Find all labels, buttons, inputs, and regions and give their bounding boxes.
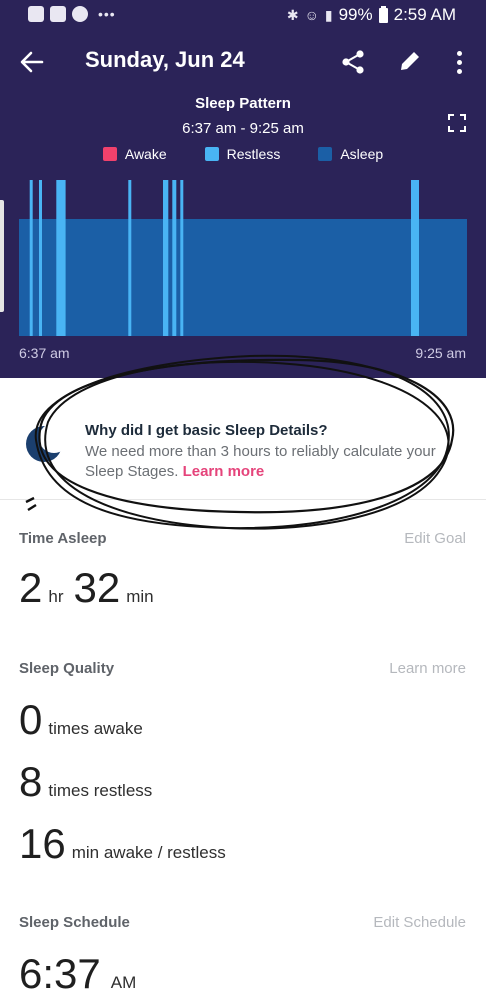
moon-icon [26, 423, 68, 462]
more-options-button[interactable] [447, 48, 471, 76]
time-asleep-label: Time Asleep [19, 530, 107, 547]
restless-bar-7 [411, 180, 419, 336]
legend-label: Awake [124, 146, 167, 162]
x-axis-start-label: 6:37 am [19, 345, 70, 361]
expand-chart-button[interactable] [448, 114, 466, 132]
times-restless-value: 8 [19, 758, 43, 805]
minutes-unit: min [126, 587, 154, 606]
restless-bar-0 [29, 180, 33, 336]
x-axis-end-label: 9:25 am [415, 345, 466, 361]
edit-button[interactable] [396, 48, 424, 76]
restless-bar-2 [56, 180, 66, 336]
edit-schedule-button[interactable]: Edit Schedule [373, 914, 466, 931]
restless-bar-4 [163, 180, 169, 336]
sleep-quality-learn-more[interactable]: Learn more [389, 660, 466, 677]
music-icon [72, 6, 88, 22]
times-restless-unit: times restless [48, 781, 153, 800]
share-button[interactable] [340, 49, 366, 75]
signal-icon: ▮ [324, 6, 333, 23]
edit-goal-button[interactable]: Edit Goal [404, 530, 466, 547]
more-dot-icon [456, 59, 462, 65]
gallery-icon [50, 6, 66, 22]
sleep-schedule-label: Sleep Schedule [19, 914, 130, 931]
sleep-header: Sunday, Jun 24 Sleep Pattern 6:37 am - 9… [0, 32, 486, 378]
legend-label: Restless [226, 146, 281, 162]
battery-percent: 99% [338, 5, 373, 24]
restless-bar-3 [128, 180, 132, 336]
legend-restless: Restless [204, 146, 281, 162]
times-awake-value: 0 [19, 696, 43, 743]
back-arrow-icon [20, 51, 44, 73]
legend-swatch [102, 147, 117, 161]
page-title: Sunday, Jun 24 [85, 47, 245, 72]
more-dot-icon [456, 68, 462, 74]
clock: 2:59 AM [393, 5, 456, 24]
minutes-restless-unit: min awake / restless [71, 843, 226, 862]
youtube-icon [28, 6, 44, 22]
asleep-bar-0 [19, 219, 467, 336]
minutes-restless-value: 16 [19, 820, 66, 867]
legend-label: Asleep [340, 146, 384, 162]
pencil-icon [401, 52, 419, 70]
more-dots-icon: ••• [98, 6, 116, 22]
sleep-pattern-chart [19, 180, 467, 336]
legend-swatch [204, 147, 219, 161]
time-asleep-value: 2 hr 32 min [19, 564, 154, 612]
learn-more-link[interactable]: Learn more [183, 463, 265, 480]
schedule-time-value: 6:37 [19, 950, 101, 997]
battery-icon [378, 5, 388, 23]
info-title: Why did I get basic Sleep Details? [85, 422, 328, 439]
chart-time-range: 6:37 am - 9:25 am [182, 120, 304, 137]
status-bar: ••• ✱ ☺ ▮ 99% 2:59 AM [0, 0, 486, 32]
times-awake-row: 0 times awake [19, 696, 143, 744]
more-dot-icon [456, 50, 462, 56]
sleep-schedule-time: 6:37 AM [19, 950, 136, 998]
wifi-call-icon: ☺ [304, 7, 319, 23]
hours-value: 2 [19, 564, 43, 611]
info-text: We need more than 3 hours to reliably ca… [85, 442, 465, 482]
bluetooth-icon: ✱ [286, 6, 299, 23]
back-button[interactable] [18, 48, 50, 76]
times-restless-row: 8 times restless [19, 758, 152, 806]
legend-swatch [318, 147, 333, 161]
legend-awake: Awake [102, 146, 167, 162]
minutes-restless-row: 16 min awake / restless [19, 820, 226, 868]
share-icon [342, 50, 364, 74]
times-awake-unit: times awake [48, 719, 143, 738]
sleep-quality-label: Sleep Quality [19, 660, 115, 677]
notification-icons: ••• [28, 6, 116, 22]
chart-title: Sleep Pattern [195, 95, 291, 112]
basic-sleep-info-banner: Why did I get basic Sleep Details? We ne… [0, 378, 486, 500]
legend-asleep: Asleep [318, 146, 383, 162]
chart-legend: Awake Restless Asleep [0, 146, 486, 162]
schedule-period: AM [110, 973, 137, 992]
system-status: ✱ ☺ ▮ 99% 2:59 AM [287, 5, 456, 25]
hours-unit: hr [48, 587, 64, 606]
restless-bar-6 [180, 180, 184, 336]
minutes-value: 32 [73, 564, 121, 611]
restless-bar-5 [172, 180, 177, 336]
restless-bar-1 [39, 180, 42, 336]
edge-panel-handle[interactable] [0, 200, 4, 312]
